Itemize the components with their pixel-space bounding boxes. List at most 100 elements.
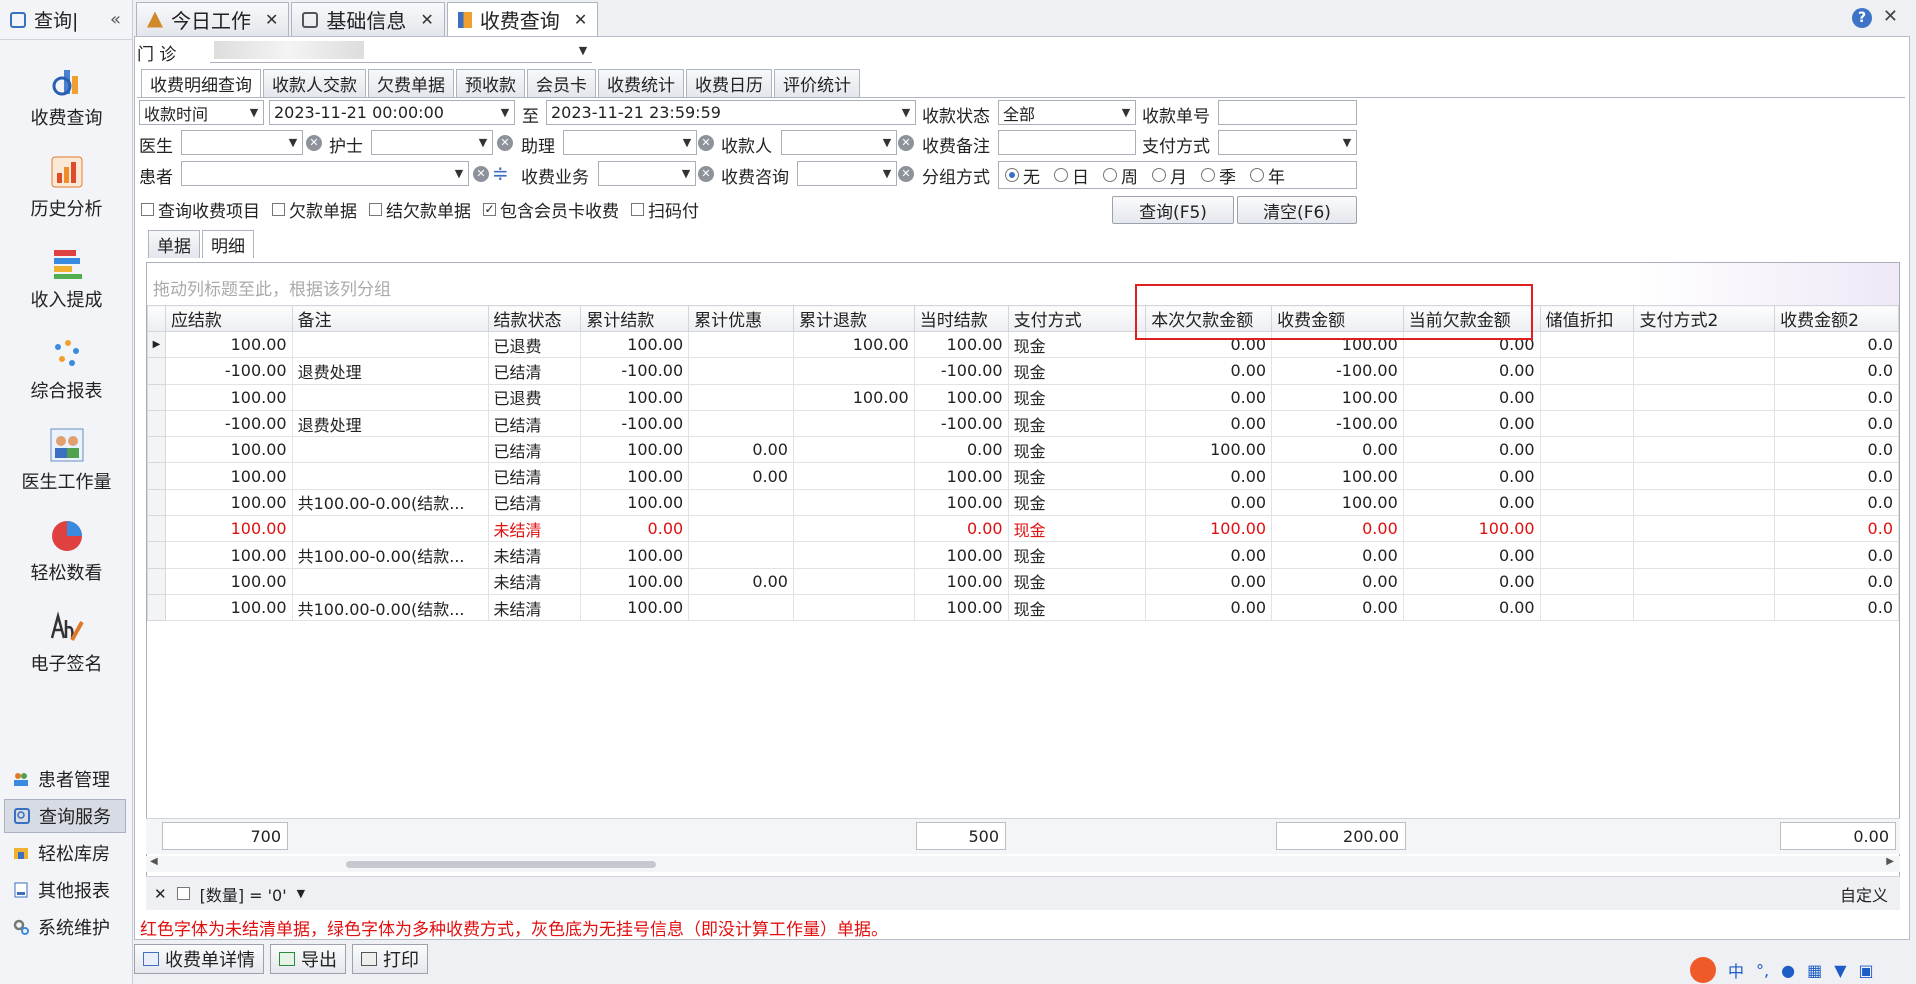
table-cell[interactable] — [792, 357, 915, 385]
table-cell[interactable]: 100.00 — [164, 436, 293, 464]
table-cell[interactable]: 100.00 — [913, 593, 1009, 622]
table-cell[interactable]: 0.00 — [1271, 593, 1404, 622]
assistant-select[interactable]: ▼ — [563, 130, 697, 155]
table-cell[interactable] — [291, 436, 489, 464]
table-cell[interactable] — [688, 409, 794, 438]
table-cell[interactable] — [792, 593, 915, 622]
group-radio-season[interactable]: 季 — [1201, 163, 1236, 188]
table-cell[interactable] — [1539, 330, 1635, 359]
sidebar-item-warehouse[interactable]: 轻松库房 — [4, 836, 126, 870]
table-cell[interactable]: 0.00 — [1271, 567, 1404, 595]
table-cell[interactable] — [688, 593, 794, 622]
table-cell[interactable]: -100.00 — [164, 409, 293, 438]
table-cell[interactable]: 100.00 — [580, 383, 690, 411]
table-cell[interactable] — [1539, 567, 1635, 595]
table-cell[interactable] — [792, 462, 915, 490]
sidebar-item-income[interactable]: 收入提成 — [0, 222, 133, 312]
filter-enable-checkbox[interactable] — [176, 887, 190, 900]
table-cell[interactable] — [291, 330, 489, 359]
table-cell[interactable]: 现金 — [1007, 515, 1147, 543]
export-button[interactable]: 导出 — [270, 944, 346, 974]
table-cell[interactable]: 0.00 — [580, 515, 690, 543]
clear-icon[interactable]: ✕ — [497, 135, 513, 151]
sidebar-item-doctor-workload[interactable]: 医生工作量 — [0, 404, 133, 494]
table-cell[interactable]: 100.00 — [580, 593, 690, 622]
table-cell[interactable]: 已结清 — [487, 409, 582, 438]
table-cell[interactable] — [1633, 593, 1776, 622]
group-radio-year[interactable]: 年 — [1250, 163, 1285, 188]
table-cell[interactable]: 100.00 — [580, 567, 690, 595]
sidebar-item-patients[interactable]: 患者管理 — [4, 762, 126, 796]
table-cell[interactable]: 100.00 — [164, 515, 293, 543]
table-cell[interactable]: 100.00 — [580, 436, 690, 464]
col-header[interactable]: 支付方式 — [1007, 305, 1147, 332]
tab-basic-info[interactable]: 基础信息 ✕ — [291, 2, 445, 36]
charge-note-input[interactable] — [998, 130, 1136, 155]
table-cell[interactable]: 100.00 — [1402, 515, 1541, 543]
check-include-member-card[interactable]: ✓ 包含会员卡收费 — [483, 197, 619, 222]
table-cell[interactable]: 100.00 — [164, 330, 293, 359]
table-cell[interactable]: 0.00 — [1145, 409, 1273, 438]
col-header[interactable]: 应结款 — [164, 305, 293, 332]
table-cell[interactable]: 未结清 — [487, 567, 582, 595]
row-indicator[interactable] — [147, 488, 166, 517]
close-icon[interactable]: ✕ — [574, 10, 587, 29]
table-row[interactable]: 100.00 共100.00-0.00(结款... 未结清 100.00 100.00 现… — [147, 593, 1899, 622]
table-cell[interactable] — [291, 383, 489, 411]
close-icon[interactable]: ✕ — [265, 10, 278, 29]
sidebar-item-other-reports[interactable]: 其他报表 — [4, 873, 126, 907]
punctuation-icon[interactable]: °, — [1756, 961, 1769, 980]
table-cell[interactable] — [1633, 567, 1776, 595]
table-cell[interactable]: 100.00 — [913, 541, 1009, 569]
table-cell[interactable] — [1633, 488, 1776, 517]
table-cell[interactable]: 0.00 — [688, 462, 794, 490]
clear-icon[interactable]: ✕ — [473, 166, 489, 182]
table-cell[interactable]: 100.00 — [1145, 436, 1273, 464]
clear-icon[interactable]: ✕ — [698, 166, 714, 182]
print-button[interactable]: 打印 — [352, 944, 428, 974]
table-cell[interactable]: 0.0 — [1774, 462, 1899, 490]
row-indicator[interactable] — [147, 593, 166, 622]
table-cell[interactable]: 100.00 — [164, 488, 293, 517]
table-cell[interactable]: 现金 — [1007, 383, 1147, 411]
table-cell[interactable] — [792, 436, 915, 464]
row-indicator[interactable]: ▶ — [147, 330, 166, 359]
table-cell[interactable] — [792, 409, 915, 438]
table-cell[interactable] — [291, 462, 489, 490]
table-cell[interactable]: 0.00 — [688, 436, 794, 464]
table-cell[interactable]: 0.00 — [1402, 436, 1541, 464]
doctor-select[interactable]: ▼ — [181, 130, 303, 155]
col-header[interactable]: 收费金额2 — [1774, 305, 1899, 332]
end-datetime-input[interactable]: 2023-11-21 23:59:59 ▼ — [546, 100, 916, 125]
table-cell[interactable]: 0.00 — [1145, 488, 1273, 517]
table-cell[interactable]: 100.00 — [580, 541, 690, 569]
table-cell[interactable]: 已结清 — [487, 357, 582, 385]
table-cell[interactable]: 现金 — [1007, 436, 1147, 464]
tab-member-card[interactable]: 会员卡 — [527, 69, 596, 97]
sidebar-item-easy-stats[interactable]: 轻松数看 — [0, 495, 133, 585]
row-indicator[interactable] — [147, 383, 166, 411]
table-cell[interactable]: 0.0 — [1774, 383, 1899, 411]
tab-charge-detail[interactable]: 收费明细查询 — [141, 69, 261, 97]
microphone-icon[interactable]: ● — [1781, 961, 1795, 980]
scroll-right-icon[interactable]: ▶ — [1886, 856, 1894, 867]
col-header[interactable]: 累计优惠 — [688, 305, 794, 332]
table-cell[interactable]: 现金 — [1007, 462, 1147, 490]
table-cell[interactable] — [1539, 436, 1635, 464]
table-cell[interactable]: 100.00 — [164, 462, 293, 490]
toolbox-icon[interactable]: ▣ — [1859, 961, 1874, 980]
tab-charge-calendar[interactable]: 收费日历 — [686, 69, 772, 97]
table-cell[interactable]: 0.00 — [1145, 567, 1273, 595]
table-cell[interactable] — [291, 515, 489, 543]
table-cell[interactable]: 0.00 — [1271, 541, 1404, 569]
table-cell[interactable]: 100.00 — [580, 462, 690, 490]
scrollbar-thumb[interactable] — [346, 861, 656, 868]
group-radio-week[interactable]: 周 — [1103, 163, 1138, 188]
clear-icon[interactable]: ✕ — [698, 135, 714, 151]
table-cell[interactable]: 0.00 — [1271, 515, 1404, 543]
table-cell[interactable]: 0.00 — [1145, 541, 1273, 569]
table-cell[interactable]: -100.00 — [580, 357, 690, 385]
col-header[interactable]: 储值折扣 — [1539, 305, 1635, 332]
horizontal-scrollbar[interactable]: ◀ ▶ — [146, 856, 1900, 872]
row-indicator[interactable] — [147, 515, 166, 543]
